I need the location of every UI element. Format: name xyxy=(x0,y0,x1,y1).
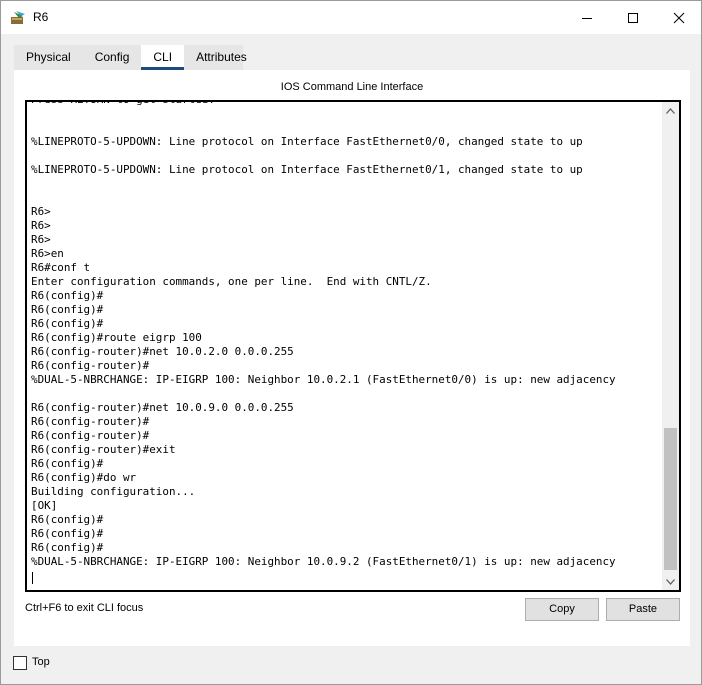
tab-cli[interactable]: CLI xyxy=(141,45,185,70)
close-button[interactable] xyxy=(656,1,702,34)
minimize-icon xyxy=(582,17,592,19)
router-app-icon xyxy=(10,10,26,26)
tab-attributes[interactable]: Attributes xyxy=(184,45,259,70)
scroll-down-arrow-icon[interactable] xyxy=(662,573,679,590)
close-icon xyxy=(673,12,685,23)
copy-button[interactable]: Copy xyxy=(525,598,599,621)
cli-console[interactable]: Press RETURN to get started! %LINEPROTO-… xyxy=(25,100,681,592)
text-cursor xyxy=(32,572,33,584)
panel-title: IOS Command Line Interface xyxy=(280,81,424,93)
paste-button[interactable]: Paste xyxy=(606,598,680,621)
tab-physical[interactable]: Physical xyxy=(14,45,83,70)
maximize-icon xyxy=(628,12,638,23)
console-scrollbar[interactable] xyxy=(662,102,679,590)
title-bar: R6 xyxy=(1,1,701,34)
tab-bar: Physical Config CLI Attributes xyxy=(14,45,259,70)
top-checkbox[interactable] xyxy=(13,656,27,670)
console-output[interactable]: Press RETURN to get started! %LINEPROTO-… xyxy=(31,102,616,569)
tab-config[interactable]: Config xyxy=(83,45,142,70)
scroll-up-arrow-icon[interactable] xyxy=(662,102,679,119)
app-window: R6 Physical Config CLI Attributes IOS Co… xyxy=(0,0,702,685)
scroll-thumb[interactable] xyxy=(664,428,677,570)
top-checkbox-label: Top xyxy=(32,656,50,668)
cli-focus-hint: Ctrl+F6 to exit CLI focus xyxy=(25,602,144,614)
minimize-button[interactable] xyxy=(564,1,610,34)
window-title: R6 xyxy=(33,10,49,24)
maximize-button[interactable] xyxy=(610,1,656,34)
